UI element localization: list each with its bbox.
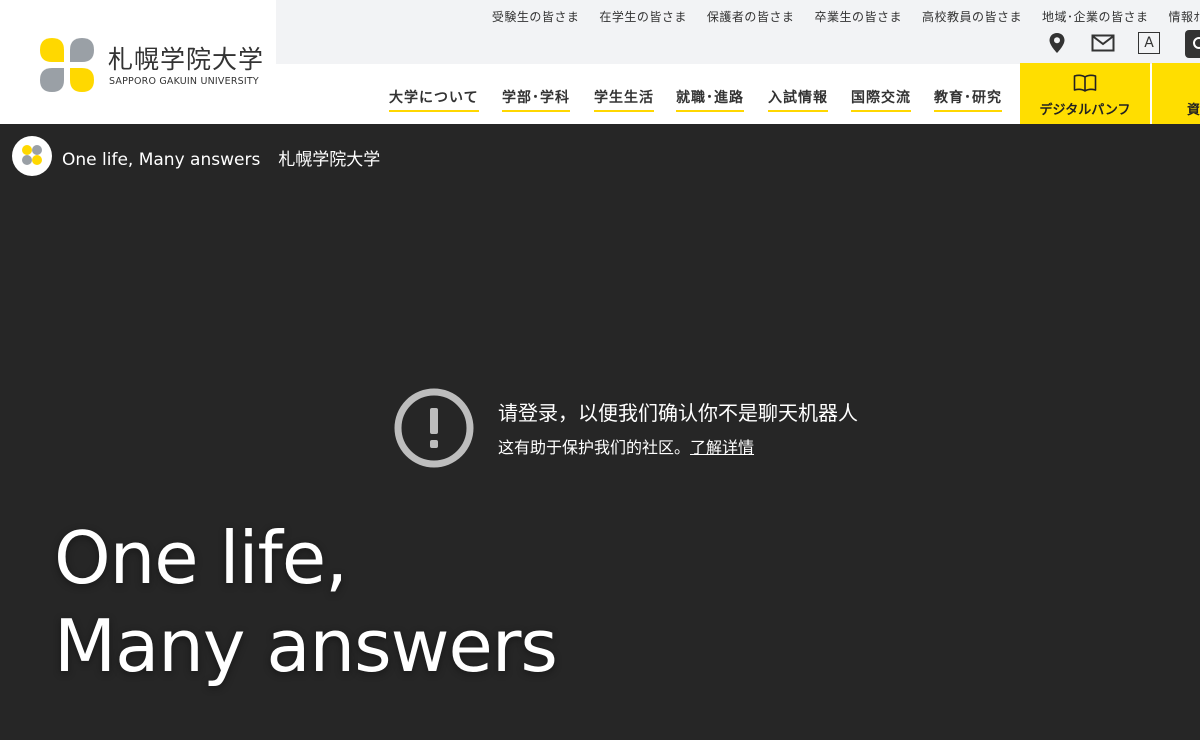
access-map-button[interactable]	[1044, 30, 1070, 56]
contact-mail-button[interactable]	[1090, 30, 1116, 56]
logo-mark-icon	[40, 38, 94, 92]
audience-link-teachers[interactable]: 高校教員の皆さま	[922, 8, 1022, 25]
nav-item-careers[interactable]: 就職･進路	[676, 87, 744, 112]
signin-notice-title: 请登录，以便我们确认你不是聊天机器人	[498, 401, 858, 425]
digital-pamphlet-label: デジタルパンフ	[1039, 103, 1131, 118]
utility-icons: A	[276, 30, 1200, 58]
site-header: 札幌学院大学 SAPPORO GAKUIN UNIVERSITY 受験生の皆さま…	[0, 0, 1200, 124]
video-title-text: One life, Many answers	[62, 150, 261, 170]
audience-link-alumni[interactable]: 卒業生の皆さま	[814, 8, 902, 25]
text-size-button[interactable]: A	[1136, 30, 1162, 56]
text-size-icon: A	[1138, 32, 1160, 54]
audience-link-examinees[interactable]: 受験生の皆さま	[492, 8, 580, 25]
video-title[interactable]: One life, Many answers 札幌学院大学	[62, 145, 398, 170]
hero-line-1: One life,	[54, 516, 348, 600]
signin-notice-subtitle: 这有助于保护我们的社区。了解详情	[498, 434, 754, 458]
digital-pamphlet-button[interactable]: デジタルパンフ	[1020, 63, 1150, 124]
signin-notice-text: 这有助于保护我们的社区。	[498, 438, 691, 457]
audience-link-guardians[interactable]: 保護者の皆さま	[707, 8, 795, 25]
audience-link-community[interactable]: 地域･企業の皆さま	[1042, 8, 1149, 25]
search-icon	[1193, 37, 1200, 49]
search-button[interactable]	[1185, 30, 1200, 58]
nav-item-faculties[interactable]: 学部･学科	[502, 87, 570, 112]
materials-request-label: 資	[1187, 103, 1200, 118]
nav-item-research[interactable]: 教育･研究	[934, 87, 1002, 112]
audience-link-info[interactable]: 情報ｵ	[1168, 8, 1200, 25]
learn-more-link[interactable]: 了解详情	[690, 438, 754, 457]
location-pin-icon	[1049, 33, 1065, 53]
logo-text-en: SAPPORO GAKUIN UNIVERSITY	[109, 76, 259, 87]
channel-avatar[interactable]	[12, 136, 52, 176]
main-nav: 大学について 学部･学科 学生生活 就職･進路 入試情報 国際交流 教育･研究	[0, 87, 1020, 117]
hero-headline: One life, Many answers	[54, 514, 558, 690]
nav-item-international[interactable]: 国際交流	[851, 87, 911, 112]
nav-item-student-life[interactable]: 学生生活	[594, 87, 654, 112]
logo-text-ja: 札幌学院大学	[108, 45, 265, 74]
nav-item-admissions[interactable]: 入試情報	[768, 87, 828, 112]
exclamation-circle-icon	[394, 388, 474, 468]
top-utility-bar: 受験生の皆さま 在学生の皆さま 保護者の皆さま 卒業生の皆さま 高校教員の皆さま…	[276, 0, 1200, 64]
mail-icon	[1091, 34, 1115, 52]
open-book-icon	[1073, 74, 1097, 92]
hero-line-2: Many answers	[54, 604, 558, 688]
logo-mark-icon	[22, 145, 42, 165]
channel-name: 札幌学院大学	[278, 150, 381, 170]
nav-item-about[interactable]: 大学について	[389, 87, 479, 112]
materials-request-button[interactable]: 資	[1152, 63, 1200, 124]
audience-link-students[interactable]: 在学生の皆さま	[599, 8, 687, 25]
hero-video-embed[interactable]: One life, Many answers 札幌学院大学 请登录，以便我们确认你…	[0, 124, 1200, 740]
audience-links: 受験生の皆さま 在学生の皆さま 保護者の皆さま 卒業生の皆さま 高校教員の皆さま…	[472, 8, 1200, 25]
